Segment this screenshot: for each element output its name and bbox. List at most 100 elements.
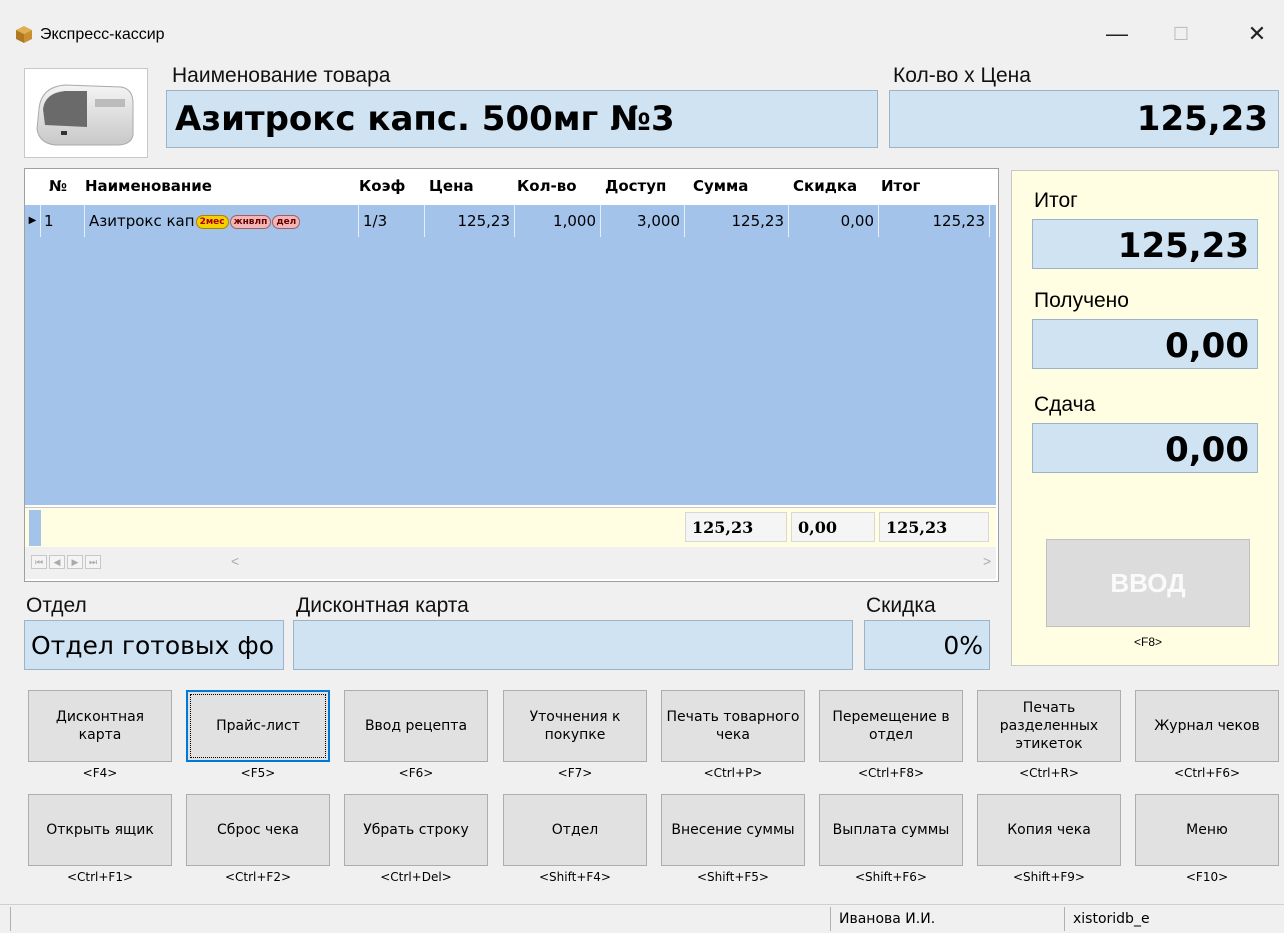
purchase-details-shortcut: <F7> <box>557 766 593 780</box>
price-list-button[interactable]: Прайс-лист <box>186 690 330 762</box>
print-sales-receipt-button[interactable]: Печать товарного чека <box>661 690 805 762</box>
column-header-discount[interactable]: Скидка <box>793 177 877 195</box>
change-value: 0,00 <box>1032 423 1258 473</box>
reset-receipt-shortcut: <Ctrl+F2> <box>224 870 292 884</box>
enter-shortcut: <F8> <box>1133 635 1163 649</box>
print-split-labels-button[interactable]: Печать разделенных этикеток <box>977 690 1121 762</box>
close-icon[interactable]: ✕ <box>1234 14 1280 54</box>
minimize-icon[interactable]: — <box>1094 14 1140 54</box>
row-indicator-icon: ▶ <box>25 205 41 237</box>
receipt-copy-button[interactable]: Копия чека <box>977 794 1121 866</box>
status-bar: Иванова И.И. xistoridb_e <box>0 904 1284 933</box>
open-drawer-shortcut: <Ctrl+F1> <box>66 870 134 884</box>
purchase-details-button[interactable]: Уточнения к покупке <box>503 690 647 762</box>
column-header-sum[interactable]: Сумма <box>693 177 787 195</box>
column-header-num[interactable]: № <box>49 177 75 195</box>
last-record-icon[interactable]: ⏭ <box>85 555 101 569</box>
first-record-icon[interactable]: ⏮ <box>31 555 47 569</box>
product-name-caption: Наименование товара <box>172 64 391 87</box>
totals-panel: Итог 125,23 Получено 0,00 Сдача 0,00 ВВО… <box>1011 170 1279 666</box>
cell-coef: 1/3 <box>359 205 425 237</box>
footer-indicator <box>29 510 41 546</box>
print-split-labels-shortcut: <Ctrl+R> <box>1019 766 1079 780</box>
cash-in-shortcut: <Shift+F5> <box>697 870 769 884</box>
total-caption: Итог <box>1034 189 1078 212</box>
column-header-qty[interactable]: Кол-во <box>517 177 603 195</box>
remove-row-shortcut: <Ctrl+Del> <box>380 870 452 884</box>
column-header-available[interactable]: Доступ <box>605 177 685 195</box>
title-bar: Экспресс-кассир — ☐ ✕ <box>0 0 1284 58</box>
move-to-dept-shortcut: <Ctrl+F8> <box>857 766 925 780</box>
reset-receipt-button[interactable]: Сброс чека <box>186 794 330 866</box>
column-header-price[interactable]: Цена <box>429 177 515 195</box>
badge-shelf-life: 2мес <box>195 214 229 229</box>
discount-card-field[interactable] <box>293 620 853 670</box>
footer-discount: 0,00 <box>791 512 875 542</box>
dept-field[interactable]: Отдел готовых фо <box>24 620 284 670</box>
qty-price-display: 125,23 <box>889 90 1279 148</box>
grid-footer-totals: 125,23 0,00 125,23 <box>25 507 996 548</box>
badge-vital-drug: жнвлп <box>229 214 272 229</box>
scroll-right-icon[interactable]: > <box>983 553 991 569</box>
receipt-log-shortcut: <Ctrl+F6> <box>1173 766 1241 780</box>
status-panel-message <box>10 907 826 931</box>
receipt-printer-image <box>24 68 148 158</box>
dept-caption: Отдел <box>26 594 87 617</box>
product-name-display: Азитрокс капс. 500мг №3 <box>166 90 878 148</box>
cell-qty: 1,000 <box>515 205 601 237</box>
cell-name: Азитрокс кап 2мес жнвлп дел <box>85 205 359 237</box>
maximize-icon[interactable]: ☐ <box>1158 14 1204 54</box>
next-record-icon[interactable]: ▶ <box>67 555 83 569</box>
qty-price-caption: Кол-во х Цена <box>893 64 1031 87</box>
receipt-log-button[interactable]: Журнал чеков <box>1135 690 1279 762</box>
grid-navigator: ⏮ ◀ ▶ ⏭ < > <box>25 547 996 579</box>
cell-sum: 125,23 <box>685 205 789 237</box>
status-user: Иванова И.И. <box>830 907 1060 931</box>
enter-button[interactable]: ВВОД <box>1046 539 1250 627</box>
received-caption: Получено <box>1034 289 1129 312</box>
menu-shortcut: <F10> <box>1185 870 1229 884</box>
status-database: xistoridb_e <box>1064 907 1284 931</box>
receipt-grid[interactable]: № Наименование Коэф Цена Кол-во Доступ С… <box>24 168 999 582</box>
cash-out-button[interactable]: Выплата суммы <box>819 794 963 866</box>
received-value[interactable]: 0,00 <box>1032 319 1258 369</box>
footer-sum: 125,23 <box>685 512 787 542</box>
print-sales-receipt-shortcut: <Ctrl+P> <box>703 766 763 780</box>
cell-discount: 0,00 <box>789 205 879 237</box>
column-header-total[interactable]: Итог <box>881 177 981 195</box>
column-header-name[interactable]: Наименование <box>85 177 355 195</box>
total-value: 125,23 <box>1032 219 1258 269</box>
footer-total: 125,23 <box>879 512 989 542</box>
department-button[interactable]: Отдел <box>503 794 647 866</box>
badge-divisible: дел <box>272 214 301 229</box>
scroll-left-icon[interactable]: < <box>231 553 239 569</box>
menu-button[interactable]: Меню <box>1135 794 1279 866</box>
price-list-shortcut: <F5> <box>240 766 276 780</box>
cell-name-text: Азитрокс кап <box>89 212 195 230</box>
discount-caption: Скидка <box>866 594 936 617</box>
cell-price: 125,23 <box>425 205 515 237</box>
remove-row-button[interactable]: Убрать строку <box>344 794 488 866</box>
column-header-coef[interactable]: Коэф <box>359 177 429 195</box>
change-caption: Сдача <box>1034 393 1096 416</box>
prescription-button[interactable]: Ввод рецепта <box>344 690 488 762</box>
discount-percent-field: 0% <box>864 620 990 670</box>
move-to-dept-button[interactable]: Перемещение в отдел <box>819 690 963 762</box>
cell-available: 3,000 <box>601 205 685 237</box>
grid-body[interactable]: ▶ 1 Азитрокс кап 2мес жнвлп дел 1/3 125,23 … <box>25 205 996 505</box>
app-box-icon <box>14 24 34 44</box>
discount-card-caption: Дисконтная карта <box>296 594 469 617</box>
department-shortcut: <Shift+F4> <box>539 870 611 884</box>
prescription-shortcut: <F6> <box>398 766 434 780</box>
receipt-copy-shortcut: <Shift+F9> <box>1013 870 1085 884</box>
table-row[interactable]: ▶ 1 Азитрокс кап 2мес жнвлп дел 1/3 125,23 … <box>25 205 990 237</box>
open-drawer-button[interactable]: Открыть ящик <box>28 794 172 866</box>
discount-card-button[interactable]: Дисконтная карта <box>28 690 172 762</box>
cash-out-shortcut: <Shift+F6> <box>855 870 927 884</box>
window-title: Экспресс-кассир <box>40 26 165 43</box>
prev-record-icon[interactable]: ◀ <box>49 555 65 569</box>
discount-card-shortcut: <F4> <box>82 766 118 780</box>
cell-total: 125,23 <box>879 205 990 237</box>
cash-in-button[interactable]: Внесение суммы <box>661 794 805 866</box>
printer-icon <box>36 84 134 146</box>
